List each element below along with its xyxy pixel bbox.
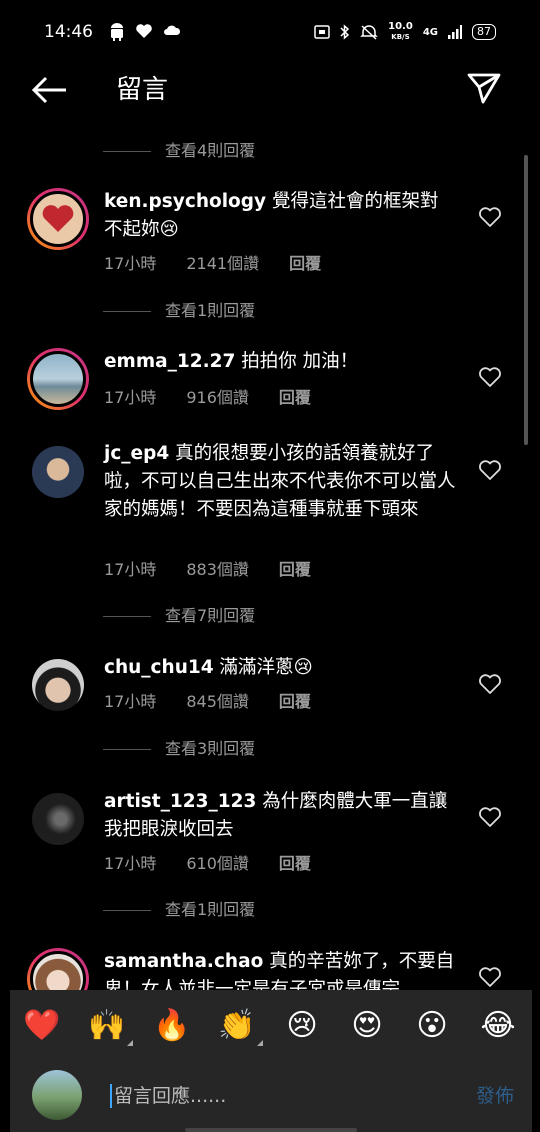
comment-likes[interactable]: 845個讚 — [186, 688, 249, 712]
reply-button[interactable]: 回覆 — [279, 850, 311, 874]
comment-likes[interactable]: 610個讚 — [186, 850, 249, 874]
comment-meta: 17小時 916個讚 回覆 — [104, 384, 341, 408]
like-heart-icon[interactable] — [478, 366, 502, 388]
divider-line — [103, 910, 151, 911]
reply-button[interactable]: 回覆 — [279, 688, 311, 712]
comment-body: 滿滿洋蔥😢 — [219, 657, 313, 678]
view-replies-label[interactable]: 查看4則回覆 — [165, 136, 255, 166]
scrollbar[interactable] — [524, 155, 528, 445]
comment-time: 17小時 — [104, 560, 157, 579]
emoji-laughing-button[interactable]: 😂 — [476, 1004, 520, 1048]
comment-meta: 17小時 845個讚 回覆 — [104, 688, 341, 712]
comment-username[interactable]: jc_ep4 — [104, 443, 169, 464]
comment-meta: 17小時 2141個讚 回覆 — [104, 250, 351, 274]
avatar-image — [30, 351, 86, 407]
comment-likes[interactable]: 2141個讚 — [186, 250, 259, 274]
comment-time: 17小時 — [104, 692, 157, 711]
emoji-raised-hands-glyph: 🙌 — [88, 1008, 126, 1043]
view-replies-toggle[interactable]: 查看4則回覆 — [0, 136, 540, 166]
avatar[interactable] — [32, 446, 84, 498]
comment-likes[interactable]: 883個讚 — [186, 556, 249, 580]
avatar[interactable] — [27, 948, 89, 990]
avatar[interactable] — [32, 659, 84, 711]
like-heart-icon[interactable] — [478, 459, 502, 481]
skin-tone-indicator — [127, 1040, 133, 1046]
comment-text: ken.psychology 覺得這社會的框架對不起妳😢 — [104, 188, 456, 244]
comment-text: emma_12.27 拍拍你 加油！ — [104, 348, 456, 376]
my-avatar — [32, 1070, 82, 1120]
text-caret — [110, 1084, 112, 1108]
view-replies-label[interactable]: 查看1則回覆 — [165, 895, 255, 925]
comment-time: 17小時 — [104, 388, 157, 407]
divider-line — [103, 749, 151, 750]
like-heart-icon[interactable] — [478, 673, 502, 695]
emoji-clap-glyph: 👏 — [218, 1008, 256, 1043]
reply-input[interactable]: 留言回應...... — [110, 1080, 430, 1112]
like-heart-icon[interactable] — [478, 206, 502, 228]
avatar[interactable] — [32, 793, 84, 845]
comment-username[interactable]: artist_123_123 — [104, 791, 256, 812]
avatar[interactable] — [27, 348, 89, 410]
avatar-image — [30, 191, 86, 247]
comment-time: 17小時 — [104, 854, 157, 873]
comment-username[interactable]: chu_chu14 — [104, 657, 214, 678]
home-indicator[interactable] — [185, 1128, 357, 1132]
comment-feed[interactable]: 查看4則回覆 ken.psychology 覺得這社會的框架對不起妳😢 17小時… — [0, 0, 540, 990]
emoji-heart-button[interactable]: ❤️ — [20, 1004, 64, 1048]
reply-input-row: 留言回應...... 發佈 — [10, 1068, 532, 1124]
emoji-surprised-button[interactable]: 😮 — [410, 1004, 454, 1048]
like-heart-icon[interactable] — [478, 806, 502, 828]
comment-text: artist_123_123 為什麼肉體大軍一直讓我把眼淚收回去 — [104, 788, 456, 844]
comment-body: 拍拍你 加油！ — [241, 351, 359, 372]
comment-text: jc_ep4 真的很想要小孩的話領養就好了啦，不可以自己生出來不代表你不可以當人… — [104, 440, 456, 524]
reply-button[interactable]: 回覆 — [279, 384, 311, 408]
comment-likes[interactable]: 916個讚 — [186, 384, 249, 408]
view-replies-toggle[interactable]: 查看3則回覆 — [0, 734, 540, 764]
comment-meta: 17小時 610個讚 回覆 — [104, 850, 341, 874]
comment-username[interactable]: ken.psychology — [104, 191, 266, 212]
avatar[interactable] — [27, 188, 89, 250]
emoji-clap-button[interactable]: 👏 — [215, 1004, 263, 1048]
comment-time: 17小時 — [104, 254, 157, 273]
like-heart-icon[interactable] — [478, 966, 502, 988]
view-replies-label[interactable]: 查看1則回覆 — [165, 296, 255, 326]
skin-tone-indicator — [257, 1040, 263, 1046]
view-replies-toggle[interactable]: 查看1則回覆 — [0, 895, 540, 925]
divider-line — [103, 311, 151, 312]
reply-button[interactable]: 回覆 — [279, 556, 311, 580]
divider-line — [103, 616, 151, 617]
comment-text: samantha.chao 真的辛苦妳了，不要自卑！女人並非一定是有子宮或是傳宗 — [104, 948, 456, 990]
comment-text: chu_chu14 滿滿洋蔥😢 — [104, 654, 456, 682]
comment-username[interactable]: samantha.chao — [104, 951, 263, 972]
comment-username[interactable]: emma_12.27 — [104, 351, 235, 372]
avatar-image — [30, 951, 86, 990]
comment-composer: ❤️ 🙌 🔥 👏 😢 😍 😮 😂 留言回應...... 發佈 — [10, 990, 532, 1132]
post-button[interactable]: 發佈 — [476, 1080, 514, 1112]
emoji-heart-eyes-button[interactable]: 😍 — [345, 1004, 389, 1048]
view-replies-toggle[interactable]: 查看7則回覆 — [0, 601, 540, 631]
heart-logo-icon — [42, 205, 74, 232]
emoji-fire-button[interactable]: 🔥 — [150, 1004, 194, 1048]
comment-meta: 17小時 883個讚 回覆 — [104, 556, 341, 580]
reply-button[interactable]: 回覆 — [289, 250, 321, 274]
view-replies-label[interactable]: 查看3則回覆 — [165, 734, 255, 764]
quick-emoji-bar: ❤️ 🙌 🔥 👏 😢 😍 😮 😂 — [10, 1004, 532, 1048]
reply-input-placeholder: 留言回應...... — [114, 1085, 227, 1107]
emoji-cry-button[interactable]: 😢 — [280, 1004, 324, 1048]
emoji-raised-hands-button[interactable]: 🙌 — [85, 1004, 133, 1048]
view-replies-label[interactable]: 查看7則回覆 — [165, 601, 255, 631]
divider-line — [103, 151, 151, 152]
view-replies-toggle[interactable]: 查看1則回覆 — [0, 296, 540, 326]
